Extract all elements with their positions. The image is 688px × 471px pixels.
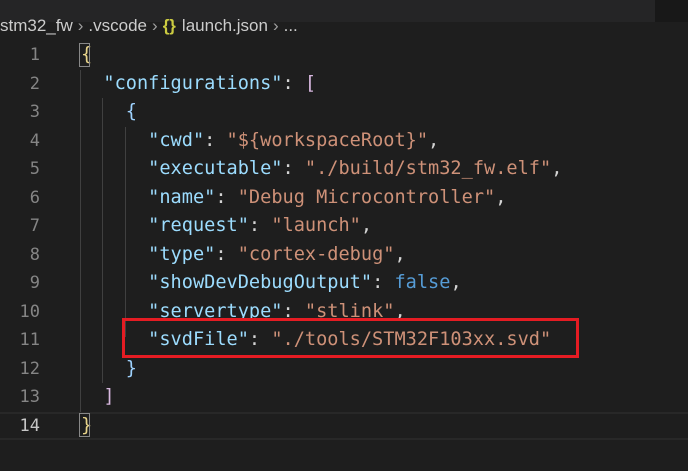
- code-text: "type": "cortex-debug",: [81, 241, 406, 270]
- json-key: "showDevDebugOutput": [148, 272, 373, 293]
- code-token: ,: [551, 158, 563, 179]
- code-token: :: [282, 72, 305, 94]
- code-line[interactable]: 8 "type": "cortex-debug",: [0, 241, 688, 270]
- code-token: [: [304, 72, 317, 94]
- json-string: "${workspaceRoot}": [226, 129, 429, 151]
- chevron-right-icon: ›: [152, 16, 158, 35]
- code-text: "showDevDebugOutput": false,: [81, 269, 462, 298]
- indent-guide: [80, 70, 81, 412]
- code-token: :: [215, 186, 238, 208]
- code-token: :: [248, 215, 272, 236]
- line-number: 8: [29, 244, 40, 265]
- line-number: 1: [29, 45, 40, 65]
- line-number: 13: [19, 387, 40, 407]
- code-editor[interactable]: 1{2 "configurations": [3 {4 "cwd": "${wo…: [0, 41, 688, 440]
- chevron-right-icon: ›: [77, 16, 84, 35]
- code-token: ]: [103, 386, 115, 407]
- json-key: "name": [148, 186, 216, 208]
- line-number: 7: [29, 216, 40, 236]
- bracket-match-highlight: [79, 43, 90, 67]
- code-line[interactable]: 1{: [0, 41, 688, 70]
- json-string: "launch": [271, 215, 361, 236]
- line-number: 14: [19, 415, 40, 436]
- code-token: ,: [394, 243, 406, 265]
- code-token: {: [125, 101, 137, 122]
- indent-guide: [102, 98, 103, 383]
- json-braces-icon: {}: [162, 16, 176, 35]
- breadcrumb-item-launch-json[interactable]: launch.json: [182, 16, 268, 36]
- code-token: ,: [450, 272, 462, 293]
- json-string: "cortex-debug": [237, 243, 395, 265]
- code-line[interactable]: 12 }: [0, 355, 688, 384]
- code-text: ]: [81, 383, 115, 412]
- code-line[interactable]: 5 "executable": "./build/stm32_fw.elf",: [0, 155, 688, 184]
- line-number: 12: [19, 358, 40, 379]
- json-key: "configurations": [103, 72, 283, 94]
- code-text: {: [81, 98, 137, 127]
- code-text: "cwd": "${workspaceRoot}",: [81, 127, 439, 156]
- code-text: "name": "Debug Microcontroller",: [81, 184, 506, 213]
- breadcrumb-item-ellipsis[interactable]: ...: [284, 16, 298, 36]
- code-token: :: [204, 129, 227, 151]
- code-token: }: [125, 357, 137, 379]
- chevron-right-icon: ›: [272, 16, 279, 35]
- code-text: }: [81, 355, 137, 384]
- code-line[interactable]: 2 "configurations": [: [0, 70, 688, 99]
- code-text: "executable": "./build/stm32_fw.elf",: [81, 155, 562, 184]
- code-line[interactable]: 7 "request": "launch",: [0, 212, 688, 241]
- code-token: ,: [495, 186, 507, 208]
- line-number: 5: [29, 159, 40, 179]
- line-number: 3: [29, 102, 40, 122]
- bracket-match-highlight: [79, 413, 90, 437]
- json-key: "cwd": [148, 129, 205, 151]
- code-token: ,: [428, 129, 440, 151]
- code-line[interactable]: 14}: [0, 411, 688, 440]
- json-string: "./build/stm32_fw.elf": [304, 158, 552, 179]
- indent-guide: [125, 127, 126, 337]
- code-line[interactable]: 9 "showDevDebugOutput": false,: [0, 269, 688, 298]
- code-token: ,: [360, 215, 373, 236]
- code-token: :: [372, 272, 395, 293]
- json-key: "request": [148, 215, 249, 236]
- code-line[interactable]: 13 ]: [0, 383, 688, 412]
- code-line[interactable]: 6 "name": "Debug Microcontroller",: [0, 184, 688, 213]
- code-text: "configurations": [: [81, 70, 316, 99]
- breadcrumb-item-stm32-fw[interactable]: stm32_fw: [0, 16, 73, 36]
- breadcrumb: stm32_fw › .vscode › {} launch.json › ..…: [0, 12, 298, 40]
- line-number: 9: [29, 273, 40, 293]
- code-line[interactable]: 3 {: [0, 98, 688, 127]
- code-line[interactable]: 4 "cwd": "${workspaceRoot}",: [0, 127, 688, 156]
- line-number: 4: [29, 130, 40, 151]
- line-number: 6: [29, 187, 40, 208]
- line-number: 11: [19, 330, 40, 350]
- json-key: "type": [148, 243, 216, 265]
- line-number: 2: [29, 73, 40, 94]
- line-number: 10: [19, 301, 40, 322]
- json-string: "Debug Microcontroller": [237, 186, 496, 208]
- code-token: :: [215, 243, 238, 265]
- breadcrumb-item-vscode[interactable]: .vscode: [88, 16, 147, 36]
- json-key: "executable": [148, 158, 283, 179]
- json-boolean: false: [394, 272, 451, 293]
- code-token: :: [282, 158, 305, 179]
- highlight-annotation-box: [122, 318, 579, 358]
